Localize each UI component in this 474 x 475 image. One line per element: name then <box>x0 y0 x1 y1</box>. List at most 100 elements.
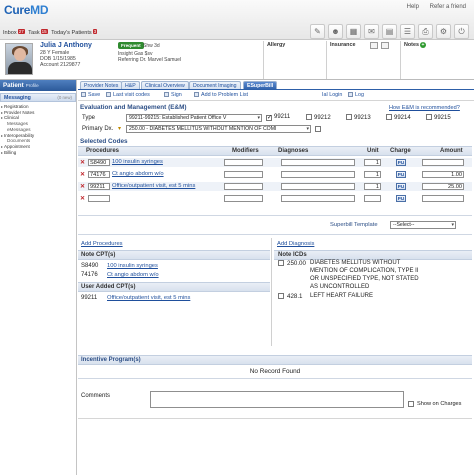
procedure-code-input[interactable] <box>88 195 110 202</box>
diagnosis-checkbox[interactable] <box>278 260 284 266</box>
insurance-card-icon[interactable] <box>370 42 378 49</box>
settings-icon[interactable]: ⚙ <box>436 24 451 39</box>
primary-dx-checkbox[interactable] <box>315 126 321 132</box>
help-link[interactable]: Help <box>407 4 419 10</box>
procedure-description-link[interactable]: 100 insulin syringes <box>112 159 163 165</box>
note-cpt-title: Note CPT(s) <box>81 252 116 258</box>
inbox-link[interactable]: Inbox <box>3 30 17 36</box>
save-button[interactable]: Save <box>81 92 100 98</box>
curemd-logo[interactable]: CureMD <box>4 3 49 17</box>
referring-line: Referring Dr. Marvel Samuel <box>118 57 182 63</box>
add-to-problem-list-button[interactable]: Add to Problem List <box>194 92 248 98</box>
insurance-edit-icon[interactable] <box>381 42 389 49</box>
em-code-checkbox[interactable] <box>266 115 272 121</box>
note-cpt-description-link[interactable]: 100 insulin syringes <box>107 263 158 269</box>
em-code-checkbox[interactable] <box>346 114 352 120</box>
superbill-template-select[interactable]: --Select-- <box>390 221 456 229</box>
remove-row-icon[interactable]: ✕ <box>80 195 85 202</box>
task-count-badge: 15 <box>40 29 48 34</box>
sidebar-messaging[interactable]: Messaging (0 new) <box>0 93 76 102</box>
em-code-checkbox[interactable] <box>386 114 392 120</box>
price-update-button[interactable]: PU <box>396 183 406 190</box>
divider <box>263 41 264 79</box>
price-update-button[interactable]: PU <box>396 171 406 178</box>
em-code-checkboxes: 99211 99212 99213 99214 99215 <box>266 114 472 123</box>
amount-header: Amount <box>440 148 463 154</box>
diagnoses-input[interactable] <box>281 195 355 202</box>
diagnoses-input[interactable] <box>281 171 355 178</box>
appointment-line: Shw 3d <box>143 43 160 49</box>
diagnoses-input[interactable] <box>281 183 355 190</box>
em-code-option[interactable]: 99214 <box>386 114 411 121</box>
modifiers-input[interactable] <box>224 183 263 190</box>
pen-icon[interactable]: ✎ <box>310 24 325 39</box>
last-visit-codes-button[interactable]: Last visit codes <box>106 92 150 98</box>
note-cpt-description-link[interactable]: Ct angio abdom w/o <box>107 272 159 278</box>
diagnosis-description: LEFT HEART FAILURE <box>310 293 374 299</box>
codes-icon <box>106 92 111 97</box>
comments-textarea[interactable] <box>150 391 404 408</box>
patient-name[interactable]: Julia J Anthony <box>40 42 92 49</box>
divider <box>326 41 327 79</box>
procedure-code-input[interactable]: 74176 <box>88 171 110 178</box>
chart-icon[interactable]: ▤ <box>382 24 397 39</box>
price-update-button[interactable]: PU <box>396 159 406 166</box>
em-code-label: 99212 <box>314 115 331 121</box>
sidebar-item[interactable]: Billing <box>1 150 76 156</box>
add-diagnosis-link[interactable]: Add Diagnosis <box>277 241 314 247</box>
charge-header: Charge <box>390 148 411 154</box>
report-icon[interactable]: ☰ <box>400 24 415 39</box>
unit-input[interactable]: 1 <box>364 171 381 178</box>
diagnosis-checkbox[interactable] <box>278 293 284 299</box>
frequent-badge: Frequent <box>118 42 144 49</box>
modifiers-input[interactable] <box>224 171 263 178</box>
unit-input[interactable]: 1 <box>364 159 381 166</box>
user-cpt-description-link[interactable]: Office/outpatient visit, est 5 mins <box>107 295 190 301</box>
user-icon[interactable]: ☻ <box>328 24 343 39</box>
procedure-code-input[interactable]: 99211 <box>88 183 110 190</box>
amount-input[interactable]: 1.00 <box>422 171 464 178</box>
sign-button[interactable]: Sign <box>164 92 182 98</box>
amount-input[interactable] <box>422 159 464 166</box>
calendar-icon[interactable]: ▦ <box>346 24 361 39</box>
ial-login-button[interactable]: Ial Login <box>322 92 342 98</box>
em-code-option[interactable]: 99212 <box>306 114 331 121</box>
remove-row-icon[interactable]: ✕ <box>80 183 85 190</box>
procedure-code-input[interactable]: S8490 <box>88 159 110 166</box>
todays-patients-link[interactable]: Today's Patients <box>51 30 92 36</box>
log-button[interactable]: Log <box>348 92 364 98</box>
divider <box>400 41 401 79</box>
print-icon[interactable]: ⎙ <box>418 24 433 39</box>
em-code-option[interactable]: 99213 <box>346 114 371 121</box>
procedure-description-link[interactable]: Ct angio abdom w/o <box>112 171 164 177</box>
diagnoses-input[interactable] <box>281 159 355 166</box>
unit-input[interactable]: 1 <box>364 183 381 190</box>
em-title: Evaluation and Management (E&M) <box>80 104 187 111</box>
task-link[interactable]: Task <box>28 30 40 36</box>
amount-input[interactable]: 25.00 <box>422 183 464 190</box>
show-on-charges-checkbox[interactable] <box>408 401 414 407</box>
mail-icon[interactable]: ✉ <box>364 24 379 39</box>
em-code-checkbox[interactable] <box>306 114 312 120</box>
unit-input[interactable] <box>364 195 381 202</box>
primary-dx-select[interactable]: 250.00 - DIABETES MELLITUS WITHOUT MENTI… <box>126 125 311 133</box>
no-record-text: No Record Found <box>249 368 301 375</box>
price-update-button[interactable]: PU <box>396 195 406 202</box>
procedure-description-link[interactable]: Office/outpatient visit, est 5 mins <box>112 183 195 189</box>
em-code-option[interactable]: 99211 <box>266 114 290 121</box>
exit-icon[interactable]: ⏻ <box>454 24 469 39</box>
sidebar-border <box>76 80 77 475</box>
modifiers-input[interactable] <box>224 159 263 166</box>
add-note-icon[interactable]: + <box>420 42 426 48</box>
em-type-select[interactable]: 99211-99215: Established Patient Office … <box>126 114 262 122</box>
refer-friend-link[interactable]: Refer a friend <box>430 4 466 10</box>
em-code-checkbox[interactable] <box>426 114 432 120</box>
add-procedures-link[interactable]: Add Procedures <box>81 241 123 247</box>
remove-row-icon[interactable]: ✕ <box>80 171 85 178</box>
amount-input[interactable] <box>422 195 464 202</box>
em-code-option[interactable]: 99215 <box>426 114 451 121</box>
inbox-count-badge: 27 <box>17 29 25 34</box>
modifiers-input[interactable] <box>224 195 263 202</box>
em-recommend-link[interactable]: How E&M is recommended? <box>389 105 460 111</box>
remove-row-icon[interactable]: ✕ <box>80 159 85 166</box>
